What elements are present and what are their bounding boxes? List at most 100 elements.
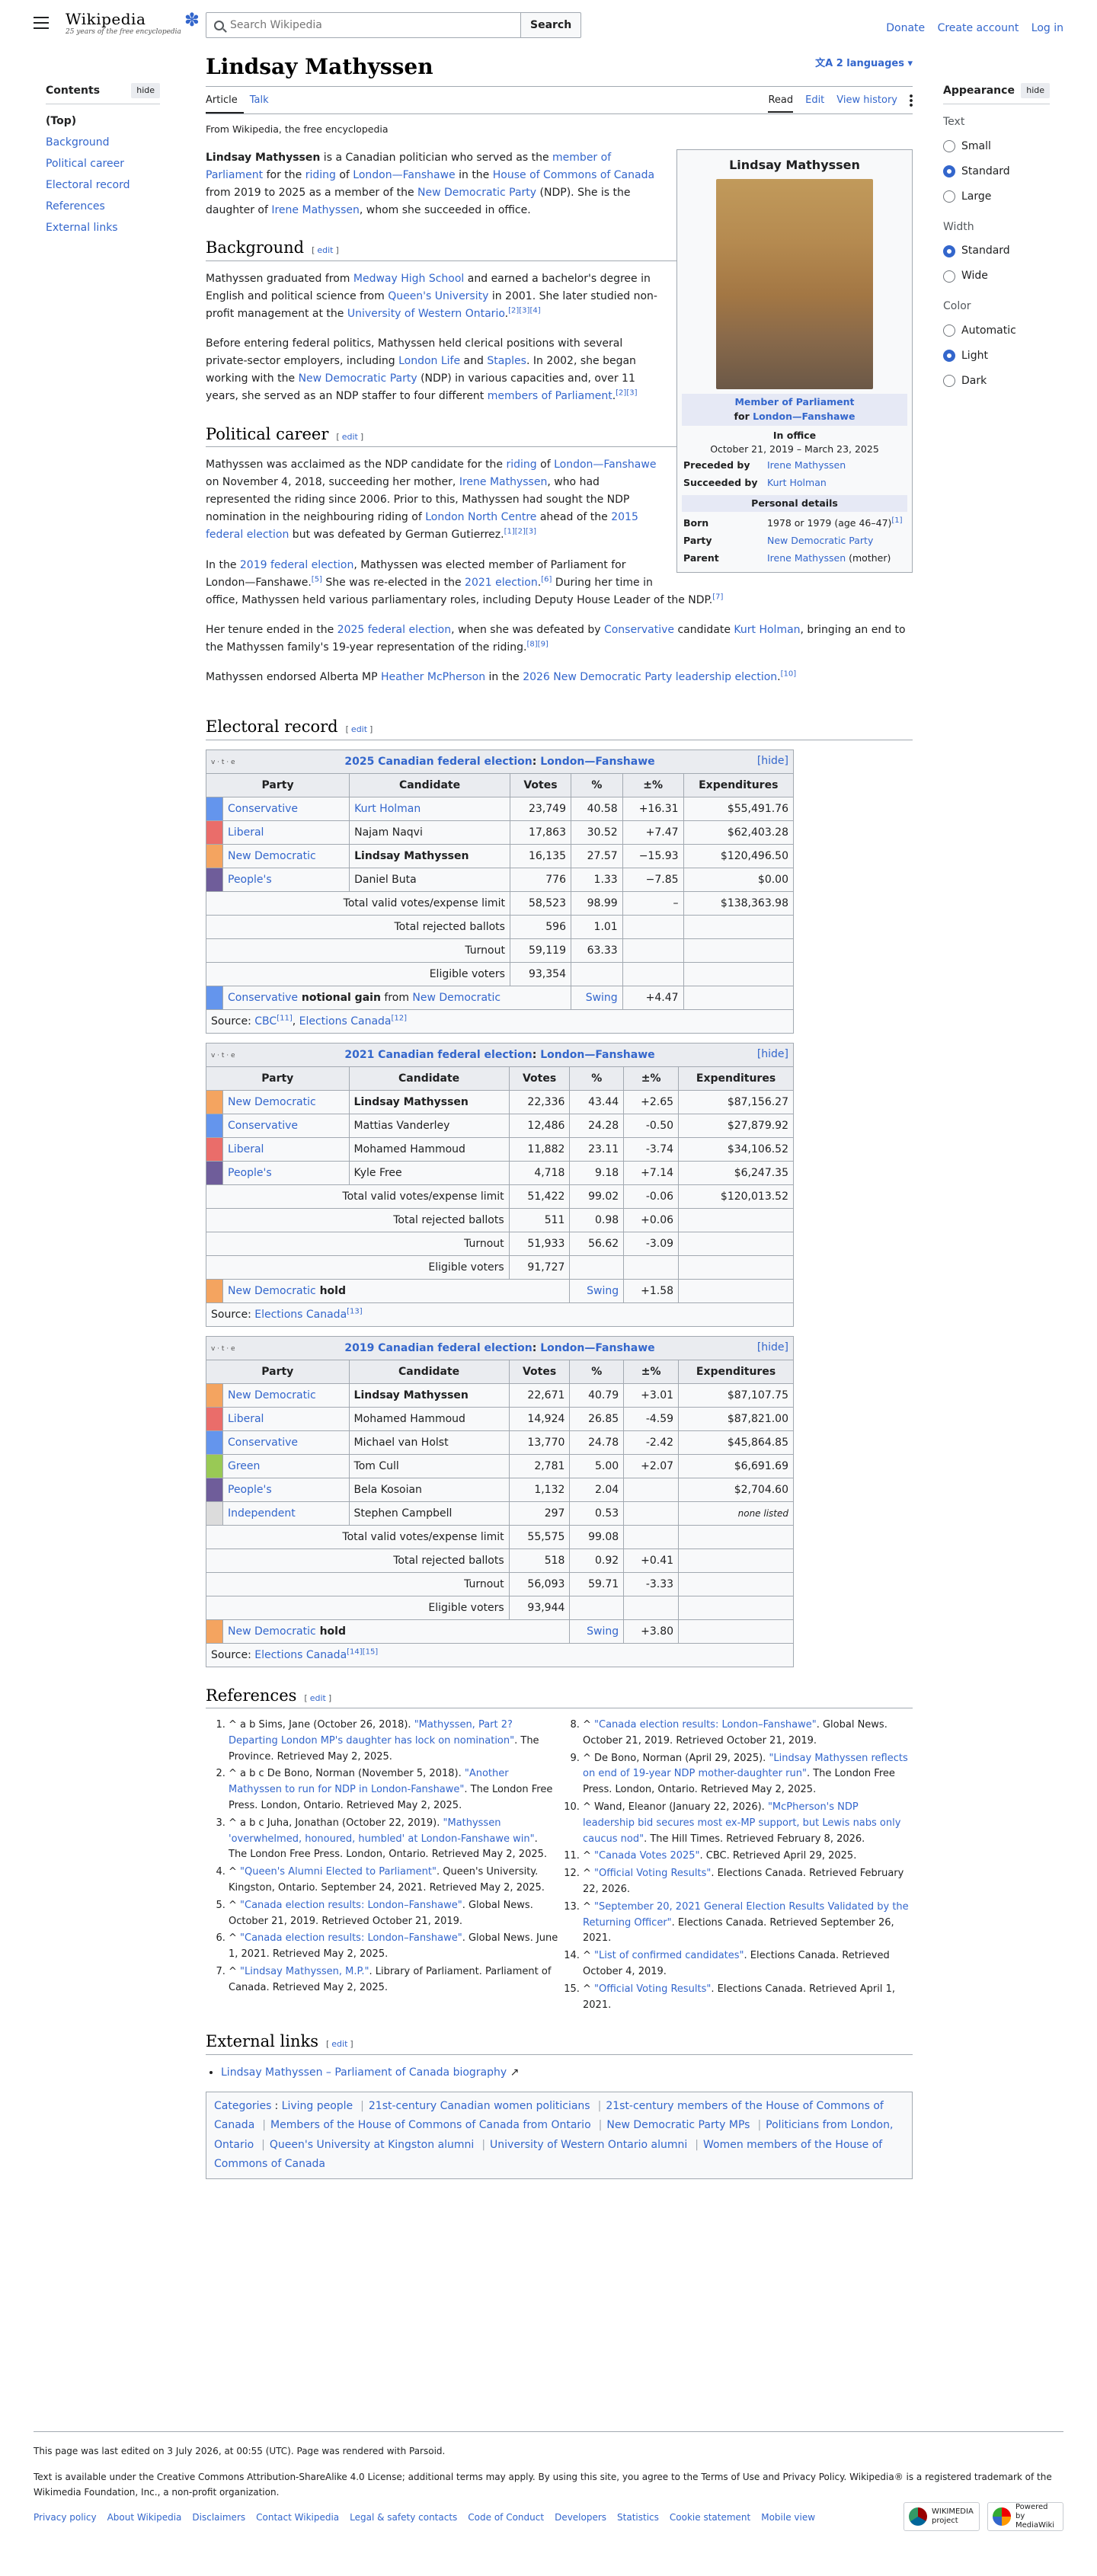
tab-view-history[interactable]: View history <box>836 94 897 106</box>
link-london-life[interactable]: London Life <box>398 355 460 367</box>
link-queens[interactable]: Queen's University <box>388 290 488 302</box>
more-tools-icon[interactable] <box>910 94 913 107</box>
search-button[interactable]: Search <box>521 12 582 38</box>
ref-title-link[interactable]: "Canada election results: London–Fanshaw… <box>240 1932 462 1944</box>
link-medway[interactable]: Medway High School <box>353 273 464 285</box>
party-link[interactable]: Liberal <box>228 1143 264 1155</box>
ref-title-link[interactable]: "Official Voting Results" <box>594 1868 711 1879</box>
vte-links[interactable]: v · t · e <box>211 1340 235 1358</box>
search-box[interactable] <box>206 12 521 38</box>
riding-link[interactable]: London—Fanshawe <box>540 1342 654 1354</box>
ref-title-link[interactable]: "Lindsay Mathyssen, M.P." <box>240 1966 369 1977</box>
party-link[interactable]: People's <box>228 1484 272 1496</box>
link-ndp[interactable]: New Democratic Party <box>417 187 536 199</box>
footer-link[interactable]: Mobile view <box>761 2512 815 2523</box>
ref-title-link[interactable]: "Canada election results: London–Fanshaw… <box>594 1719 817 1731</box>
edit-link[interactable]: edit <box>342 432 358 442</box>
radio-option[interactable]: Large <box>943 184 1050 209</box>
toc-item[interactable]: References <box>46 196 160 217</box>
radio-option[interactable]: Automatic <box>943 318 1050 344</box>
tab-read[interactable]: Read <box>768 90 794 113</box>
party-link[interactable]: Liberal <box>228 1413 264 1425</box>
link-house-of-commons[interactable]: House of Commons of Canada <box>493 169 654 181</box>
party-link[interactable]: New Democratic <box>228 1285 316 1297</box>
footer-link[interactable]: Developers <box>555 2512 606 2523</box>
ref-title-link[interactable]: "Queen's Alumni Elected to Parliament" <box>240 1866 437 1878</box>
party-link[interactable]: People's <box>228 1167 272 1179</box>
footer-link[interactable]: Cookie statement <box>670 2512 750 2523</box>
swing-link[interactable]: Swing <box>587 1285 619 1297</box>
link-ndp[interactable]: New Democratic Party <box>299 372 417 385</box>
refs[interactable]: [1][2][3] <box>504 528 537 536</box>
radio-option[interactable]: Wide <box>943 264 1050 289</box>
toc-item[interactable]: External links <box>46 217 160 238</box>
footer-link[interactable]: Privacy policy <box>34 2512 97 2523</box>
link-heather-mcpherson[interactable]: Heather McPherson <box>381 671 485 683</box>
party-link[interactable]: Conservative <box>228 992 298 1004</box>
ref-title-link[interactable]: "Canada Votes 2025" <box>594 1850 699 1862</box>
refs[interactable]: [13] <box>347 1307 363 1315</box>
source-link[interactable]: CBC <box>254 1015 277 1028</box>
source-link[interactable]: Elections Canada <box>299 1015 392 1028</box>
edit-link[interactable]: edit <box>310 1693 326 1703</box>
party-link[interactable]: Liberal <box>228 826 264 839</box>
succeeded-link[interactable]: Kurt Holman <box>767 476 827 491</box>
appearance-hide-button[interactable]: hide <box>1021 83 1050 98</box>
party-link[interactable]: Independent <box>228 1507 296 1520</box>
link-2026-leadership[interactable]: 2026 New Democratic Party leadership ele… <box>523 671 777 683</box>
tab-article[interactable]: Article <box>206 87 244 113</box>
link-irene[interactable]: Irene Mathyssen <box>271 204 360 216</box>
wikipedia-logo[interactable]: Wikipedia 25 years of the free encyclope… <box>66 11 204 37</box>
portrait-image[interactable] <box>716 179 873 389</box>
category-link[interactable]: 21st-century Canadian women politicians <box>369 2100 590 2112</box>
search-input[interactable] <box>230 19 504 31</box>
toc-hide-button[interactable]: hide <box>131 83 160 98</box>
swing-link[interactable]: Swing <box>587 1625 619 1638</box>
election-link[interactable]: 2025 Canadian federal election <box>344 756 532 768</box>
source-link[interactable]: Elections Canada <box>254 1309 347 1321</box>
main-menu-icon[interactable] <box>34 17 49 29</box>
toc-item[interactable]: Background <box>46 132 160 153</box>
radio-option[interactable]: Standard <box>943 238 1050 264</box>
create-account-link[interactable]: Create account <box>938 22 1019 34</box>
radio-icon[interactable] <box>943 350 955 363</box>
swing-link[interactable]: Swing <box>586 992 618 1004</box>
radio-icon[interactable] <box>943 190 955 203</box>
vte-links[interactable]: v · t · e <box>211 753 235 772</box>
footer-link[interactable]: About Wikipedia <box>107 2512 182 2523</box>
refs[interactable]: [2][3][4] <box>508 306 541 315</box>
link-2025-election[interactable]: 2025 federal election <box>337 624 451 636</box>
party-link[interactable]: Conservative <box>228 1120 298 1132</box>
categories-label[interactable]: Categories <box>214 2100 271 2112</box>
wikimedia-badge[interactable]: WIKIMEDIA project <box>904 2502 980 2531</box>
refs[interactable]: [7] <box>712 593 723 601</box>
radio-icon[interactable] <box>943 270 955 283</box>
log-in-link[interactable]: Log in <box>1031 22 1063 34</box>
category-link[interactable]: Members of the House of Commons of Canad… <box>270 2119 591 2131</box>
party-link[interactable]: Conservative <box>228 1437 298 1449</box>
refs[interactable]: [2][3] <box>616 389 637 398</box>
party-link[interactable]: New Democratic <box>228 1389 316 1401</box>
party-link[interactable]: People's <box>228 874 272 886</box>
link-conservative[interactable]: Conservative <box>604 624 674 636</box>
ref-title-link[interactable]: "Canada election results: London–Fanshaw… <box>240 1900 462 1911</box>
edit-link[interactable]: edit <box>351 724 367 734</box>
link-kurt-holman[interactable]: Kurt Holman <box>734 624 800 636</box>
candidate-link[interactable]: Kurt Holman <box>354 803 421 815</box>
link-uwo[interactable]: University of Western Ontario <box>347 308 505 320</box>
external-link[interactable]: Lindsay Mathyssen – Parliament of Canada… <box>221 2066 507 2079</box>
party-link[interactable]: New Democratic Party <box>767 534 873 548</box>
refs[interactable]: [8][9] <box>527 640 548 648</box>
refs[interactable]: [5] <box>312 575 322 583</box>
radio-icon[interactable] <box>943 140 955 153</box>
riding-link[interactable]: London—Fanshawe <box>753 411 855 422</box>
footer-link[interactable]: Statistics <box>617 2512 659 2523</box>
parent-link[interactable]: Irene Mathyssen <box>767 552 846 564</box>
toc-item[interactable]: Political career <box>46 153 160 174</box>
category-link[interactable]: University of Western Ontario alumni <box>490 2139 687 2151</box>
party-link[interactable]: New Democratic <box>228 850 316 862</box>
refs[interactable]: [11] <box>277 1014 293 1022</box>
refs[interactable]: [10] <box>781 670 797 678</box>
footer-link[interactable]: Disclaimers <box>192 2512 245 2523</box>
link-mps[interactable]: members of Parliament <box>488 390 612 402</box>
